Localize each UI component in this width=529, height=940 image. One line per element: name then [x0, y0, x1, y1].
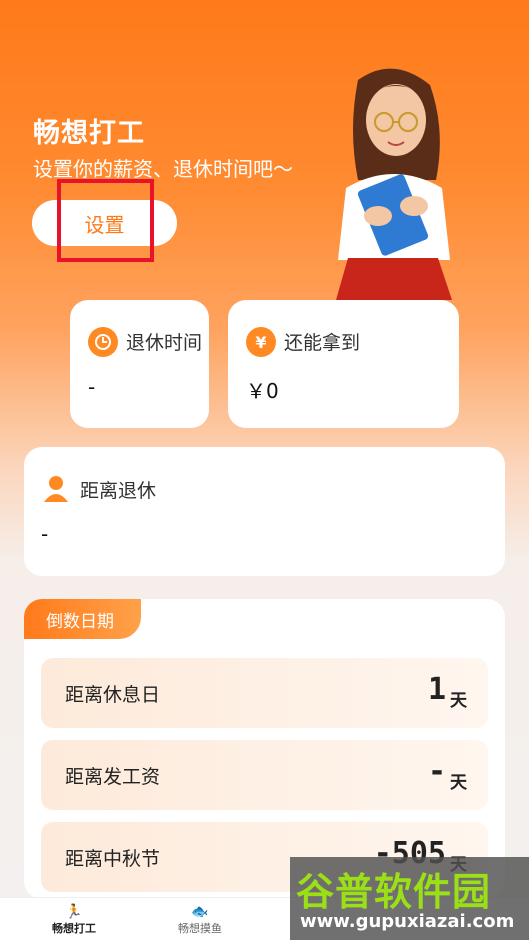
row-label: 距离发工资: [65, 766, 161, 788]
can-earn-value: ￥0: [246, 379, 279, 403]
watermark-logo: 谷普软件园 www.gupuxiazai.com: [290, 857, 529, 940]
running-icon: 🏃: [65, 903, 83, 920]
row-label: 距离中秋节: [65, 848, 161, 870]
watermark-title: 谷普软件园: [296, 870, 492, 914]
countdown-badge: 倒数日期: [24, 599, 141, 639]
distance-retire-value: -: [41, 522, 49, 546]
watermark-url: www.gupuxiazai.com: [300, 911, 515, 932]
can-earn-card: ¥ 还能拿到 ￥0: [228, 300, 459, 428]
row-label: 距离休息日: [65, 684, 161, 706]
clock-icon: [88, 327, 118, 357]
countdown-row[interactable]: 距离发工资 - 天: [41, 740, 488, 810]
highlight-box: [57, 179, 154, 262]
fish-icon: 🐟: [191, 903, 209, 920]
page-subtitle: 设置你的薪资、退休时间吧～: [33, 157, 293, 181]
tab-label: 畅想打工: [52, 921, 96, 935]
tab-changxiang-slack[interactable]: 🐟 畅想摸鱼: [150, 898, 250, 940]
row-unit: 天: [450, 773, 467, 793]
retire-time-card: 退休时间 -: [70, 300, 209, 428]
person-icon: [42, 474, 70, 502]
can-earn-label: 还能拿到: [284, 332, 361, 354]
row-value: -: [427, 754, 446, 789]
countdown-card: 倒数日期 距离休息日 1 天 距离发工资 - 天 距离中秋节 -505 天: [24, 599, 505, 899]
distance-retire-card: 距离退休 -: [24, 447, 505, 576]
distance-retire-label: 距离退休: [80, 480, 157, 502]
retire-time-value: -: [88, 375, 96, 399]
row-value: 1: [427, 672, 446, 707]
yen-icon: ¥: [246, 327, 276, 357]
retire-time-label: 退休时间: [126, 332, 203, 354]
countdown-row[interactable]: 距离休息日 1 天: [41, 658, 488, 728]
tab-changxiang-work[interactable]: 🏃 畅想打工: [24, 898, 124, 940]
row-unit: 天: [450, 691, 467, 711]
page-title: 畅想打工: [33, 118, 145, 149]
girl-illustration: [336, 68, 452, 300]
tab-label: 畅想摸鱼: [178, 921, 222, 935]
